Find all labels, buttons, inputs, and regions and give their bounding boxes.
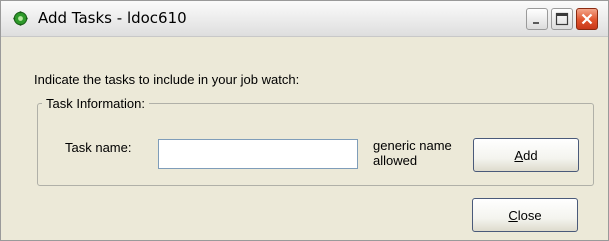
minimize-icon — [533, 22, 539, 24]
add-button-label: dd — [523, 147, 538, 163]
generic-name-hint: generic name allowed — [373, 138, 473, 168]
hint-line-1: generic name — [373, 138, 452, 153]
close-icon — [581, 13, 593, 25]
maximize-button[interactable] — [551, 8, 573, 30]
maximize-icon — [555, 12, 569, 26]
dialog-window: Add Tasks - ldoc610 Indicate the tasks t… — [0, 0, 609, 241]
add-button[interactable]: Add — [473, 138, 579, 172]
task-name-input[interactable] — [158, 139, 358, 169]
add-button-mnemonic: A — [514, 147, 524, 163]
instruction-text: Indicate the tasks to include in your jo… — [34, 72, 300, 87]
close-window-button[interactable] — [576, 8, 598, 30]
group-title: Task Information: — [42, 96, 149, 111]
close-button-mnemonic: C — [508, 207, 518, 223]
close-button[interactable]: Close — [472, 198, 578, 232]
window-title: Add Tasks - ldoc610 — [38, 9, 187, 27]
hint-line-2: allowed — [373, 153, 418, 168]
green-gear-icon — [13, 11, 28, 26]
minimize-button[interactable] — [526, 8, 548, 30]
task-name-label: Task name: — [65, 140, 132, 155]
close-button-label: lose — [517, 207, 542, 223]
title-bar[interactable]: Add Tasks - ldoc610 — [1, 1, 608, 37]
